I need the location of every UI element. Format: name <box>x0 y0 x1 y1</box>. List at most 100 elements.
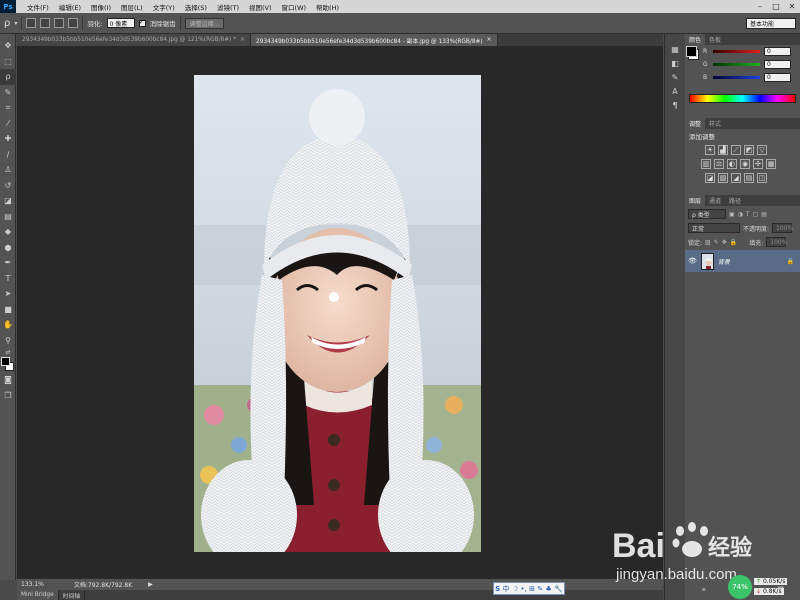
gradient-tool-icon[interactable]: ▤ <box>0 209 16 225</box>
color-spectrum-bar[interactable] <box>689 94 796 103</box>
photo-filter-icon[interactable]: ◉ <box>740 159 750 169</box>
foreground-color-swatch[interactable] <box>686 46 697 57</box>
foreground-color-swatch[interactable] <box>1 357 10 366</box>
blue-slider[interactable] <box>713 76 760 79</box>
tab-document-2[interactable]: 2934349b033b5bb510e56efe34d3d539b600bc84… <box>250 34 498 46</box>
ime-pen-icon[interactable]: ✎ <box>537 585 543 593</box>
menu-layer[interactable]: 图层(L) <box>116 2 148 12</box>
ime-tools-icon[interactable]: 🔧 <box>554 585 563 593</box>
filter-icons[interactable]: ▣◑T▢▤ <box>729 211 770 218</box>
opacity-input[interactable]: 100% <box>772 223 793 233</box>
red-slider[interactable] <box>713 50 760 53</box>
channel-mixer-icon[interactable]: ✣ <box>753 159 763 169</box>
character-panel-icon[interactable]: A <box>665 84 685 98</box>
blur-tool-icon[interactable]: ◆ <box>0 224 16 240</box>
brush-panel-icon[interactable]: ✎ <box>665 70 685 84</box>
workspace-select[interactable]: 基本功能 <box>746 18 796 29</box>
add-selection-icon[interactable] <box>40 18 51 28</box>
tab-styles[interactable]: 样式 <box>705 118 725 129</box>
curves-icon[interactable]: ⟋ <box>731 145 741 155</box>
link-layers-icon[interactable]: ⚭ <box>701 586 707 594</box>
subtract-selection-icon[interactable] <box>54 18 65 28</box>
menu-select[interactable]: 选择(S) <box>180 2 212 12</box>
layer-row-background[interactable]: 👁 背景 🔒 <box>685 250 800 272</box>
refine-edge-button[interactable]: 调整边缘... <box>184 17 225 29</box>
ime-skin-icon[interactable]: ♣ <box>545 585 551 593</box>
path-select-tool-icon[interactable]: ➤ <box>0 286 16 302</box>
tab-layers[interactable]: 图层 <box>685 195 706 206</box>
properties-panel-icon[interactable]: ◧ <box>665 56 685 70</box>
preset-dropdown-icon[interactable]: ▾ <box>14 20 17 27</box>
color-balance-icon[interactable]: ⚖ <box>714 159 724 169</box>
hand-tool-icon[interactable]: ✋ <box>0 317 16 333</box>
quick-mask-icon[interactable]: ◙ <box>0 372 16 388</box>
tab-channels[interactable]: 通道 <box>705 195 725 206</box>
marquee-tool-icon[interactable]: ⬚ <box>0 54 16 70</box>
menu-type[interactable]: 文字(Y) <box>148 2 180 12</box>
move-tool-icon[interactable]: ✥ <box>0 38 16 54</box>
history-brush-tool-icon[interactable]: ↺ <box>0 178 16 194</box>
quick-select-tool-icon[interactable]: ✎ <box>0 85 16 101</box>
tab-paths[interactable]: 路径 <box>725 195 745 206</box>
lasso-tool-preset-icon[interactable]: ρ <box>4 18 10 29</box>
levels-icon[interactable]: ▟ <box>718 145 728 155</box>
menu-file[interactable]: 文件(F) <box>22 2 54 12</box>
menu-edit[interactable]: 编辑(E) <box>54 2 86 12</box>
clone-stamp-tool-icon[interactable]: ♙ <box>0 162 16 178</box>
ime-toolbar[interactable]: S 中 ☽ •, ⊞ ✎ ♣ 🔧 <box>493 582 565 595</box>
invert-icon[interactable]: ◪ <box>705 173 715 183</box>
status-menu-arrow-icon[interactable]: ▶ <box>148 581 153 588</box>
healing-brush-tool-icon[interactable]: ✚ <box>0 131 16 147</box>
crop-tool-icon[interactable]: ⌗ <box>0 100 16 116</box>
tab-document-1[interactable]: 2934349b033b5bb510e56efe34d3d539b600bc84… <box>17 34 251 46</box>
red-value-input[interactable]: 0 <box>764 47 791 56</box>
black-white-icon[interactable]: ◐ <box>727 159 737 169</box>
type-tool-icon[interactable]: T <box>0 271 16 287</box>
feather-input[interactable]: 0 像素 <box>106 18 135 28</box>
tab-color[interactable]: 颜色 <box>685 34 706 45</box>
brush-tool-icon[interactable]: ∕ <box>0 147 16 163</box>
ime-moon-icon[interactable]: ☽ <box>512 585 518 593</box>
photo-canvas-image[interactable] <box>194 75 481 552</box>
dodge-tool-icon[interactable]: ● <box>0 240 16 256</box>
menu-view[interactable]: 视图(V) <box>244 2 277 12</box>
tab-mini-bridge[interactable]: Mini Bridge <box>17 590 59 600</box>
lock-icons[interactable]: ▨✎✥🔒 <box>705 239 740 246</box>
swap-colors-icon[interactable]: ⇄ <box>0 348 16 356</box>
close-tab-icon[interactable]: × <box>487 37 492 43</box>
menu-filter[interactable]: 滤镜(T) <box>212 2 244 12</box>
history-panel-icon[interactable]: ▦ <box>665 42 685 56</box>
pen-tool-icon[interactable]: ✒ <box>0 255 16 271</box>
layer-name[interactable]: 背景 <box>718 257 730 266</box>
threshold-icon[interactable]: ◢ <box>731 173 741 183</box>
brightness-contrast-icon[interactable]: ☀ <box>705 145 715 155</box>
intersect-selection-icon[interactable] <box>68 18 79 28</box>
close-icon[interactable]: ✕ <box>784 0 800 13</box>
tab-swatches[interactable]: 色板 <box>705 34 725 45</box>
vibrance-icon[interactable]: ▽ <box>757 145 767 155</box>
layer-kind-filter[interactable]: ρ 类型 <box>688 209 726 219</box>
exposure-icon[interactable]: ◩ <box>744 145 754 155</box>
color-lookup-icon[interactable]: ▦ <box>766 159 776 169</box>
blend-mode-select[interactable]: 正常 <box>688 223 740 233</box>
gradient-map-icon[interactable]: ▤ <box>744 173 754 183</box>
minimize-icon[interactable]: – <box>752 0 768 13</box>
blue-value-input[interactable]: 0 <box>764 73 791 82</box>
eraser-tool-icon[interactable]: ◪ <box>0 193 16 209</box>
new-selection-icon[interactable] <box>26 18 37 28</box>
tab-adjustments[interactable]: 调整 <box>685 118 706 129</box>
eyedropper-tool-icon[interactable]: ⁄ <box>0 116 16 132</box>
ime-logo-icon[interactable]: S <box>495 585 500 593</box>
screen-mode-icon[interactable]: ❐ <box>0 388 16 404</box>
lasso-tool-icon[interactable]: ρ <box>0 69 16 85</box>
hue-saturation-icon[interactable]: ▥ <box>701 159 711 169</box>
close-tab-icon[interactable]: × <box>240 37 245 43</box>
visibility-eye-icon[interactable]: 👁 <box>688 257 697 265</box>
posterize-icon[interactable]: ▨ <box>718 173 728 183</box>
ime-punct-icon[interactable]: •, <box>520 585 526 593</box>
green-slider[interactable] <box>713 63 760 66</box>
color-swatches[interactable] <box>0 356 15 372</box>
menu-help[interactable]: 帮助(H) <box>311 2 344 12</box>
ime-keyboard-icon[interactable]: ⊞ <box>529 585 535 593</box>
antialias-checkbox[interactable] <box>138 18 146 27</box>
